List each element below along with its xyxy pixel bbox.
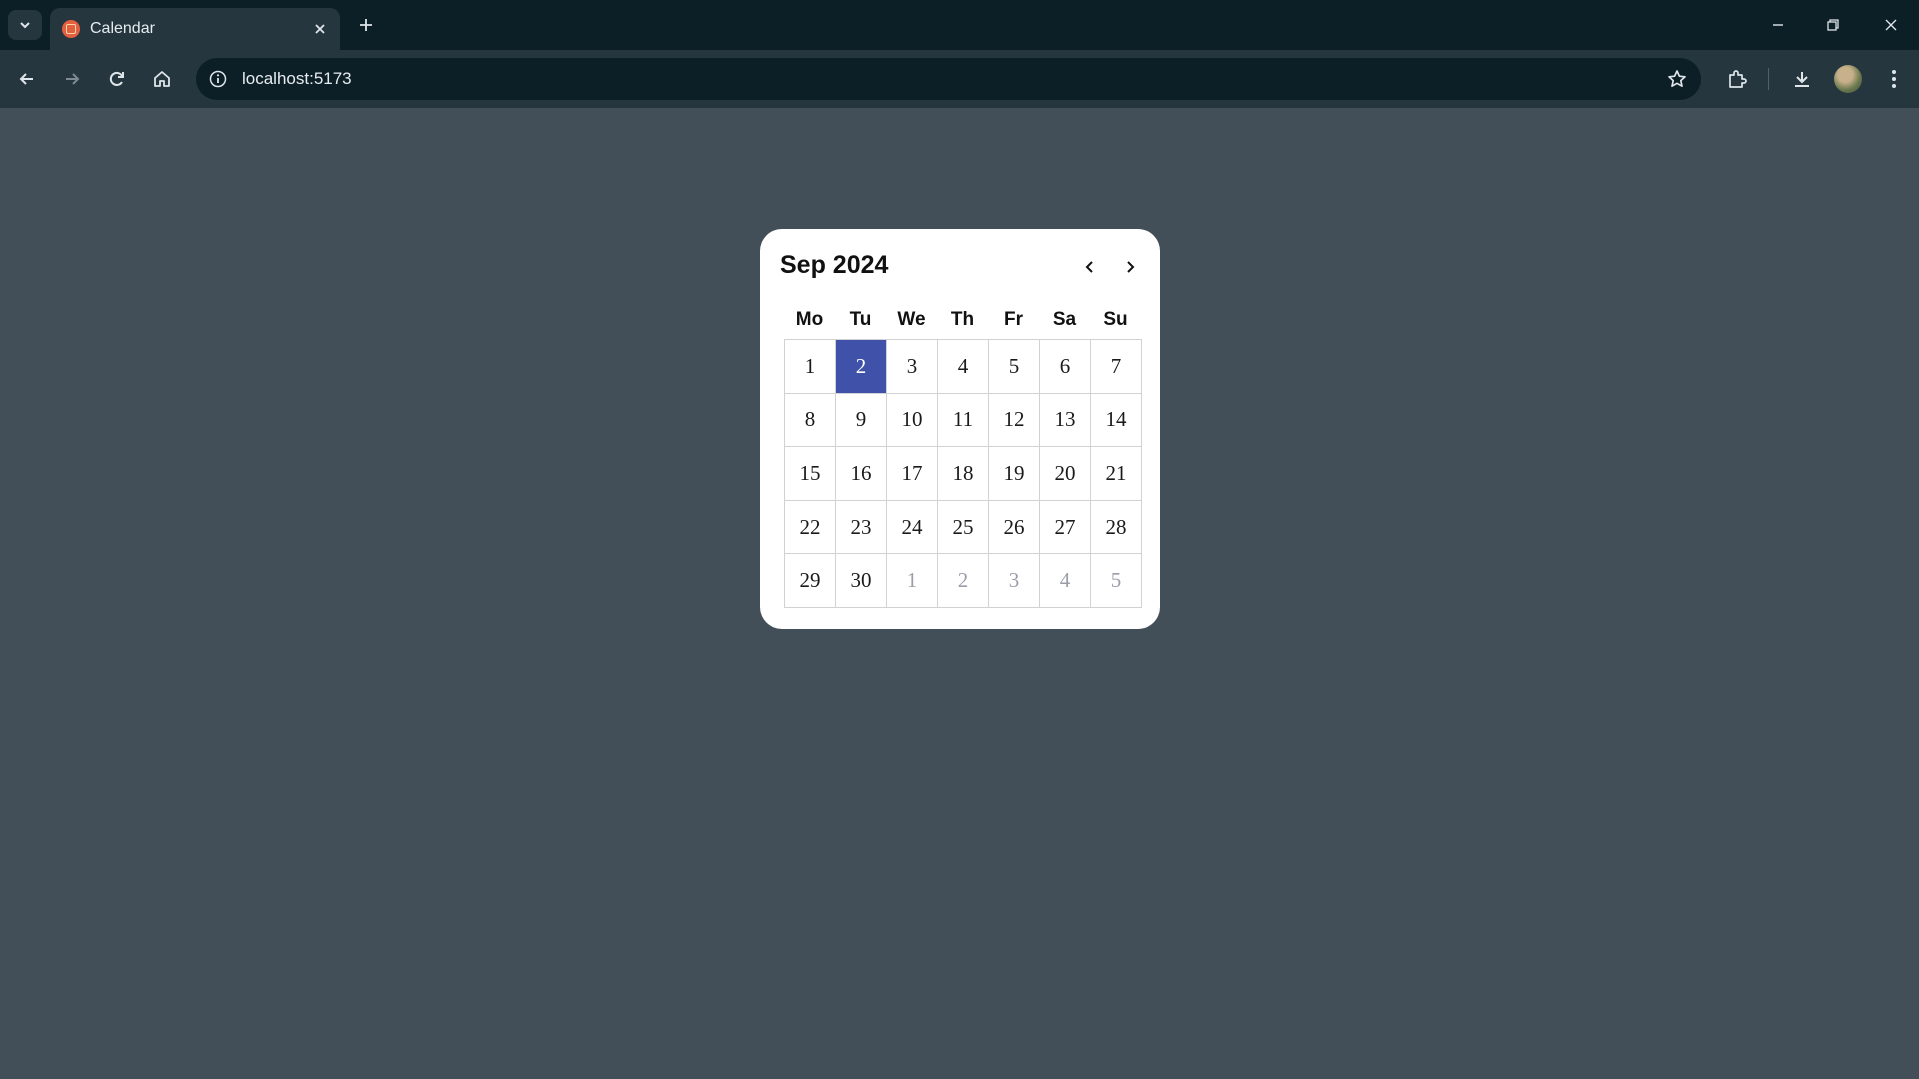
weekday-label: We [897,309,926,330]
download-icon [1792,69,1812,89]
weekday-label: Sa [1052,309,1077,330]
reload-button[interactable] [102,64,132,94]
calendar-day[interactable]: 15 [785,447,836,501]
browser-tab-calendar[interactable]: Calendar [50,8,340,50]
address-bar[interactable]: localhost:5173 [196,58,1701,100]
calendar-day[interactable]: 29 [785,554,836,608]
close-window-button[interactable] [1871,8,1911,42]
chevron-left-icon [1082,259,1098,275]
new-tab-button[interactable] [352,11,380,39]
calendar-day[interactable]: 26 [989,500,1040,555]
calendar-day[interactable]: 10 [887,393,938,448]
arrow-left-icon [17,69,37,89]
calendar-day[interactable]: 8 [785,393,836,448]
calendar-day[interactable]: 23 [836,500,887,555]
url-text: localhost:5173 [242,69,352,88]
calendar-day[interactable]: 17 [887,447,938,501]
plus-icon [358,17,374,33]
minimize-icon [1771,18,1785,32]
calendar-day-outside-month[interactable]: 2 [938,554,989,608]
weekday-label: Th [950,309,975,330]
calendar-day[interactable]: 21 [1091,447,1142,501]
toolbar-divider [1768,68,1769,90]
day-grid: 1 2 3 4 5 6 7 8 9 10 11 12 13 14 15 16 17 18 19 20 21 22 23 24 2… [784,339,1142,608]
calendar-day-outside-month[interactable]: 5 [1091,554,1142,608]
calendar-day[interactable]: 18 [938,447,989,501]
chevron-down-icon [18,18,32,32]
calendar-day[interactable]: 28 [1091,500,1142,555]
close-icon [1884,18,1898,32]
weekday-label: Su [1103,309,1128,330]
back-button[interactable] [12,64,42,94]
calendar-day[interactable]: 16 [836,447,887,501]
calendar-day[interactable]: 12 [989,393,1040,448]
puzzle-icon [1726,68,1748,90]
next-month-button[interactable] [1116,253,1144,281]
calendar-widget: Sep 2024 Mo Tu We Th Fr Sa Su 1234567891… [760,229,1160,629]
bookmark-star-icon[interactable] [1665,67,1689,91]
weekday-label: Mo [795,309,824,330]
calendar-day[interactable]: 19 [989,447,1040,501]
calendar-day[interactable]: 14 [1091,393,1142,448]
calendar-day[interactable]: 3 [887,340,938,394]
previous-month-button[interactable] [1076,253,1104,281]
calendar-day-outside-month[interactable]: 1 [887,554,938,608]
calendar-day[interactable]: 24 [887,500,938,555]
reload-icon [107,69,127,89]
calendar-day[interactable]: 22 [785,500,836,555]
tab-search-button[interactable] [8,10,42,40]
restore-icon [1826,18,1840,32]
month-title: Sep 2024 [780,251,889,279]
chevron-right-icon [1122,259,1138,275]
site-info-icon[interactable] [208,69,228,89]
calendar-day[interactable]: 4 [938,340,989,394]
browser-toolbar: localhost:5173 [0,50,1919,108]
calendar-day[interactable]: 9 [836,393,887,448]
calendar-day[interactable]: 13 [1040,393,1091,448]
home-button[interactable] [147,64,177,94]
tab-bar: Calendar [0,0,1919,50]
weekday-header: Mo Tu We Th Fr Sa Su [784,309,1141,331]
weekday-label: Fr [1004,309,1023,330]
restore-window-button[interactable] [1813,8,1853,42]
calendar-day[interactable]: 1 [785,340,836,394]
calendar-favicon-icon [62,20,80,38]
arrow-right-icon [62,69,82,89]
more-vertical-icon [1891,69,1897,89]
calendar-day[interactable]: 20 [1040,447,1091,501]
calendar-day-outside-month[interactable]: 3 [989,554,1040,608]
calendar-day[interactable]: 27 [1040,500,1091,555]
calendar-day[interactable]: 30 [836,554,887,608]
home-icon [152,69,172,89]
calendar-day[interactable]: 7 [1091,340,1142,394]
calendar-day-outside-month[interactable]: 4 [1040,554,1091,608]
calendar-day[interactable]: 6 [1040,340,1091,394]
calendar-day-selected[interactable]: 2 [836,340,887,394]
calendar-day[interactable]: 25 [938,500,989,555]
calendar-day[interactable]: 5 [989,340,1040,394]
minimize-window-button[interactable] [1758,8,1798,42]
weekday-label: Tu [849,309,872,330]
downloads-button[interactable] [1787,64,1817,94]
calendar-day[interactable]: 11 [938,393,989,448]
forward-button[interactable] [57,64,87,94]
profile-avatar[interactable] [1834,65,1862,93]
tab-title: Calendar [90,20,155,37]
close-tab-icon[interactable] [310,19,330,39]
browser-menu-button[interactable] [1879,64,1909,94]
extensions-button[interactable] [1722,64,1752,94]
